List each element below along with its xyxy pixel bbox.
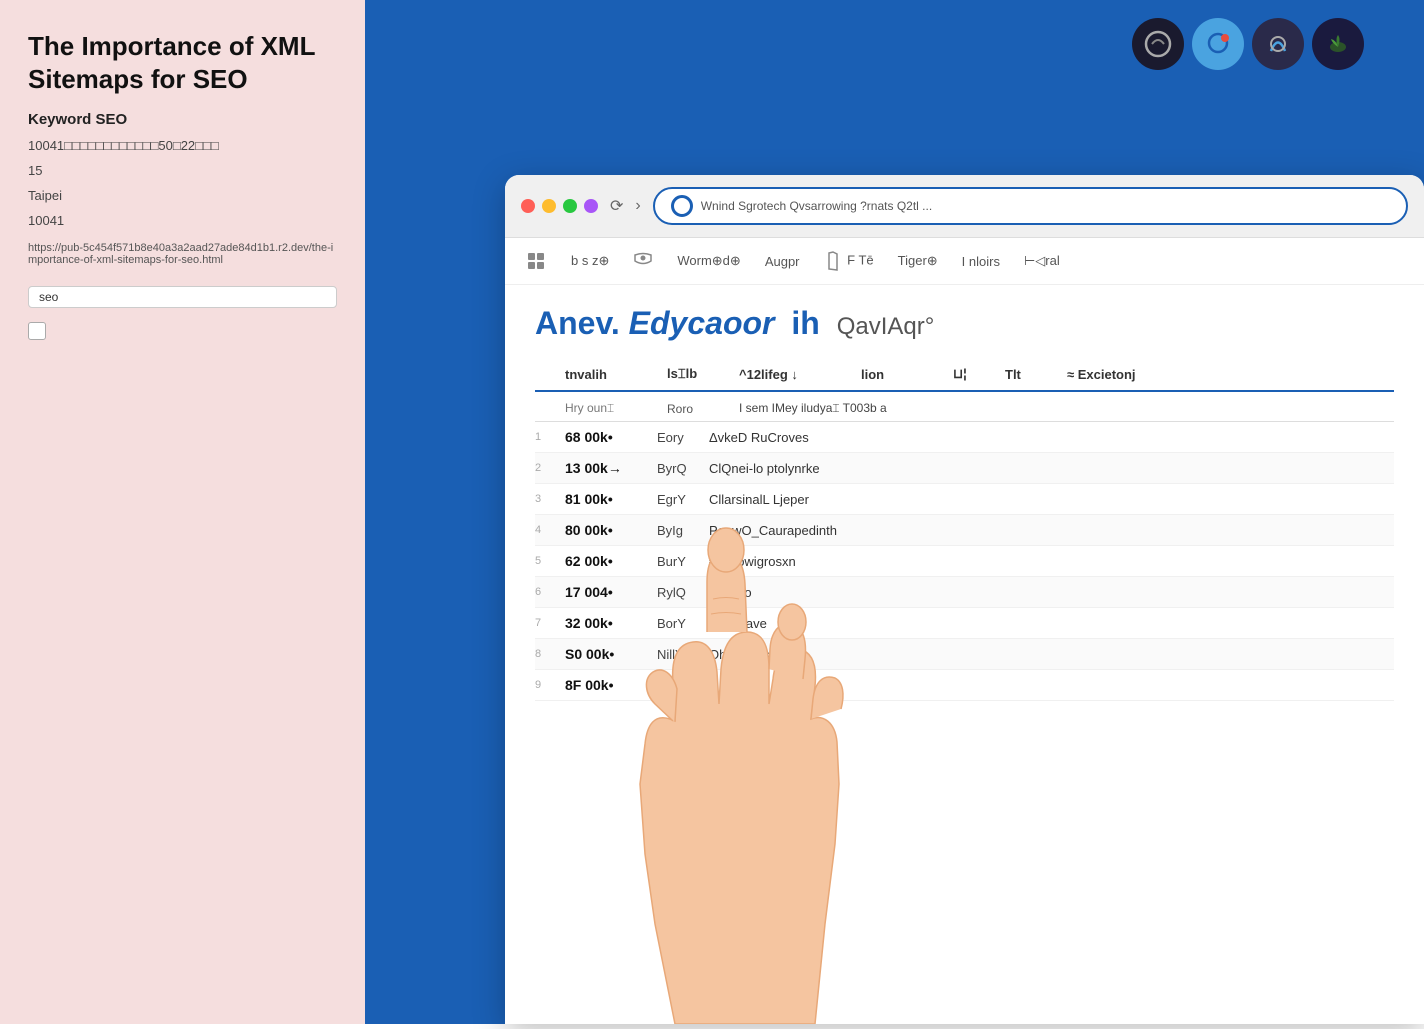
sub-col-hry: Hry oun⌶ — [565, 401, 655, 416]
table-row[interactable]: 1 68 00k• Eory ΔvkeD RuCroves — [535, 422, 1394, 453]
article-title: The Importance of XML Sitemaps for SEO — [28, 30, 337, 95]
address-circle-icon — [671, 195, 693, 217]
extra-button[interactable] — [584, 199, 598, 213]
col-header-icon: ⊔¦ — [953, 366, 993, 382]
back-button[interactable]: ⟳ — [610, 196, 623, 216]
tab-tiger[interactable]: Tiger⊕ — [898, 249, 938, 273]
keyword-label: Keyword SEO — [28, 111, 337, 128]
tab-sq[interactable] — [633, 248, 653, 274]
top-icons — [1132, 18, 1364, 70]
col-header-istb: ls⌶lb — [667, 366, 727, 382]
stat-number: 17 004• — [565, 584, 645, 600]
country-code: ByrQ — [657, 461, 697, 476]
copy-icon[interactable] — [28, 322, 46, 340]
table-row[interactable]: 9 8F 00k• — [535, 670, 1394, 701]
country-code: BurY — [657, 554, 697, 569]
row-description: Eowerave — [709, 616, 1394, 631]
stat-number: 8F 00k• — [565, 677, 645, 693]
stat-number: S0 00k• — [565, 646, 645, 662]
sub-header-row: Hry oun⌶ Roro I sem IMey iludya⌶ T003b a — [535, 396, 1394, 422]
icon-circle-3 — [1252, 18, 1304, 70]
tab-augpr[interactable]: Augpr — [765, 250, 800, 273]
stat-number: 80 00k• — [565, 522, 645, 538]
tab-f-te[interactable]: F Tē — [824, 247, 874, 275]
close-button[interactable] — [521, 199, 535, 213]
row-description: PonwO_Caurapedinth — [709, 523, 1394, 538]
table-row[interactable]: 3 81 00k• EgrY CllarsinalL Ljeper — [535, 484, 1394, 515]
country-code: BorY — [657, 616, 697, 631]
table-row[interactable]: 6 17 004• RylQ Dalywo — [535, 577, 1394, 608]
meta-id: 10041□□□□□□□□□□□□50□22□□□ — [28, 138, 337, 153]
row-description: ΔvkeD RuCroves — [709, 430, 1394, 445]
row-description: ClQnei-lo ptolynrke — [709, 461, 1394, 476]
col-header-12lifeg[interactable]: ^12lifeg ↓ — [739, 367, 849, 382]
seo-tag[interactable]: seo — [28, 286, 337, 308]
col-header-excl: ≈ Excietonj — [1067, 367, 1394, 382]
page-title: Anev. Edycaoor ih QavIAqr° — [535, 305, 1394, 342]
stat-number: 62 00k• — [565, 553, 645, 569]
sub-col-isem: I sem IMey iludya⌶ T003b a — [739, 401, 1394, 416]
icon-circle-2 — [1192, 18, 1244, 70]
left-panel: The Importance of XML Sitemaps for SEO K… — [0, 0, 365, 1024]
meta-code: 10041 — [28, 213, 337, 228]
country-code: ByIg — [657, 523, 697, 538]
row-description: Dalywo — [709, 585, 1394, 600]
country-code: EgrY — [657, 492, 697, 507]
right-panel: ⟳ › Wnind Sgrotech Qvsarrowing ?rnats Q2… — [365, 0, 1424, 1024]
icon-circle-4 — [1312, 18, 1364, 70]
stat-number: 32 00k• — [565, 615, 645, 631]
sub-col-roro: Roro — [667, 402, 727, 416]
tab-bsz[interactable]: b s z⊕ — [571, 249, 609, 273]
col-header-tk: Tlt — [1005, 367, 1055, 382]
content-area: Anev. Edycaoor ih QavIAqr° tnvalih ls⌶lb… — [505, 285, 1424, 721]
table-row[interactable]: 2 13 00k→ ByrQ ClQnei-lo ptolynrke — [535, 453, 1394, 484]
icon-circle-1 — [1132, 18, 1184, 70]
stat-number: 68 00k• — [565, 429, 645, 445]
row-description: CllarsinalL Ljeper — [709, 492, 1394, 507]
maximize-button[interactable] — [563, 199, 577, 213]
row-description: OhrepemsTurare — [709, 647, 1394, 662]
country-code: NillY — [657, 647, 697, 662]
country-code: RylQ — [657, 585, 697, 600]
table-row[interactable]: 4 80 00k• ByIg PonwO_Caurapedinth — [535, 515, 1394, 546]
stat-number: 13 00k→ — [565, 460, 645, 476]
tab-nloirs[interactable]: I nloirs — [962, 250, 1000, 273]
address-bar[interactable]: Wnind Sgrotech Qvsarrowing ?rnats Q2tl .… — [653, 187, 1408, 225]
traffic-lights — [521, 199, 598, 213]
table-row[interactable]: 8 S0 00k• NillY OhrepemsTurare — [535, 639, 1394, 670]
row-description: €halfowigrosxn — [709, 554, 1394, 569]
article-url[interactable]: https://pub-5c454f571b8e40a3a2aad27ade84… — [28, 242, 337, 266]
minimize-button[interactable] — [542, 199, 556, 213]
address-text: Wnind Sgrotech Qvsarrowing ?rnats Q2tl .… — [701, 199, 932, 213]
browser-window: ⟳ › Wnind Sgrotech Qvsarrowing ?rnats Q2… — [505, 175, 1424, 1024]
table-row[interactable]: 7 32 00k• BorY Eowerave — [535, 608, 1394, 639]
tab-bar: b s z⊕ Worm⊕d⊕ Augpr F Tē Tiger⊕ I nloir… — [505, 238, 1424, 285]
data-rows: 1 68 00k• Eory ΔvkeD RuCroves 2 13 00k→ … — [535, 422, 1394, 701]
meta-count: 15 — [28, 163, 337, 178]
browser-chrome: ⟳ › Wnind Sgrotech Qvsarrowing ?rnats Q2… — [505, 175, 1424, 238]
col-header-invalid: tnvalih — [565, 367, 655, 382]
col-header-lion: lion — [861, 367, 941, 382]
table-header: tnvalih ls⌶lb ^12lifeg ↓ lion ⊔¦ Tlt ≈ E… — [535, 358, 1394, 392]
meta-location: Taipei — [28, 188, 337, 203]
stat-number: 81 00k• — [565, 491, 645, 507]
tab-lcp[interactable] — [525, 246, 547, 276]
tab-kural[interactable]: ⊢◁ral — [1024, 249, 1060, 273]
tab-worm[interactable]: Worm⊕d⊕ — [677, 249, 740, 273]
country-code: Eory — [657, 430, 697, 445]
forward-button[interactable]: › — [635, 197, 640, 215]
table-row[interactable]: 5 62 00k• BurY €halfowigrosxn — [535, 546, 1394, 577]
